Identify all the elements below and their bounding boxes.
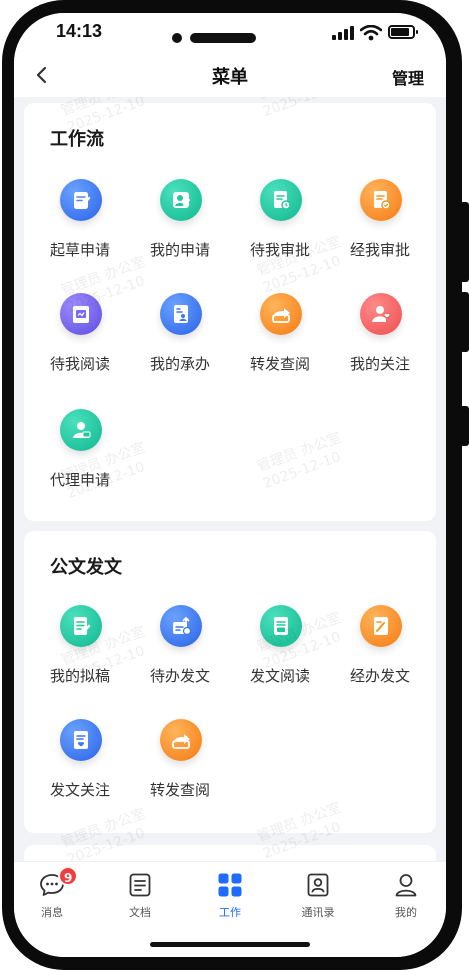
menu-item[interactable]: 我的申请 [130, 179, 230, 279]
draft-icon [60, 605, 102, 647]
wifi-icon [360, 25, 382, 41]
menu-item[interactable]: 代理申请 [30, 409, 130, 509]
tab-bar: 9 消息 文档 工作 通讯录 我的 [14, 861, 446, 957]
work-grid-icon [218, 873, 242, 897]
status-bar: 14:13 [14, 13, 446, 53]
user-heart-icon [360, 293, 402, 335]
menu-item-label: 转发查阅 [249, 355, 310, 373]
menu-item-label: 转发查阅 [149, 781, 210, 799]
nav-bar: 菜单 管理 [14, 53, 446, 97]
menu-item-label: 我的申请 [149, 241, 210, 259]
tab-label: 消息 [41, 906, 63, 919]
tab-work[interactable]: 工作 [200, 870, 260, 924]
menu-item-label: 待我审批 [249, 241, 310, 259]
status-time: 14:13 [56, 21, 103, 41]
menu-item-label: 发文阅读 [249, 667, 310, 685]
user-sign-icon [160, 179, 202, 221]
edit-doc-icon [60, 179, 102, 221]
tab-profile[interactable]: 我的 [376, 870, 436, 924]
doc-check-icon [360, 179, 402, 221]
menu-item-label: 代理申请 [49, 471, 110, 489]
menu-item-label: 起草申请 [49, 241, 110, 259]
agent-icon [60, 409, 102, 451]
menu-content: 工作流 起草申请 我的申请 待我审批 经我审批 待我阅读 我的承办 转发查阅 我… [14, 97, 446, 867]
menu-item-label: 我的关注 [349, 355, 410, 373]
menu-item[interactable]: 转发查阅 [130, 719, 230, 819]
menu-item[interactable]: 待我阅读 [30, 293, 130, 393]
menu-item[interactable]: 起草申请 [30, 179, 130, 279]
section-title: 公文发文 [50, 557, 122, 578]
menu-item[interactable]: 我的承办 [130, 293, 230, 393]
side-button [460, 202, 469, 282]
tab-contacts[interactable]: 通讯录 [288, 870, 348, 924]
menu-item[interactable]: 经我审批 [330, 179, 430, 279]
menu-item-label: 待办发文 [149, 667, 210, 685]
official-docs-card: 公文发文 我的拟稿 待办发文 发文阅读 经办发文 发文关注 转发查阅 [24, 531, 436, 833]
screen: 14:13 菜单 管理 工作流 起草申请 我的申请 待我审批 经我审批 待我阅读… [14, 13, 446, 957]
menu-item-label: 经办发文 [349, 667, 410, 685]
home-indicator[interactable] [150, 942, 310, 947]
profile-icon [395, 874, 417, 897]
tab-label: 工作 [219, 906, 241, 919]
handled-send-icon [360, 605, 402, 647]
signal-icon [332, 26, 354, 40]
menu-item[interactable]: 经办发文 [330, 605, 430, 705]
contacts-icon [307, 873, 329, 897]
tab-label: 文档 [129, 906, 151, 919]
doc-clock-icon [260, 179, 302, 221]
menu-item-label: 待我阅读 [49, 355, 110, 373]
menu-item[interactable]: 待办发文 [130, 605, 230, 705]
menu-item[interactable]: 转发查阅 [230, 293, 330, 393]
forward-icon [160, 719, 202, 761]
follow-doc-icon [60, 719, 102, 761]
id-card-icon [160, 293, 202, 335]
tab-messages[interactable]: 9 消息 [22, 866, 82, 924]
menu-item[interactable]: 待我审批 [230, 179, 330, 279]
side-button [460, 406, 469, 446]
section-title: 工作流 [50, 129, 104, 150]
pending-send-icon [160, 605, 202, 647]
read-doc-icon [60, 293, 102, 335]
menu-item-label: 经我审批 [349, 241, 410, 259]
tab-documents[interactable]: 文档 [110, 870, 170, 924]
document-icon [129, 873, 151, 897]
menu-item-label: 发文关注 [49, 781, 110, 799]
forward-icon [260, 293, 302, 335]
read-send-icon [260, 605, 302, 647]
menu-item[interactable]: 我的关注 [330, 293, 430, 393]
menu-item[interactable]: 发文关注 [30, 719, 130, 819]
battery-icon [388, 25, 418, 39]
manage-button[interactable]: 管理 [392, 65, 424, 89]
menu-item[interactable]: 发文阅读 [230, 605, 330, 705]
menu-item[interactable]: 我的拟稿 [30, 605, 130, 705]
tab-label: 我的 [395, 906, 417, 919]
menu-item-label: 我的拟稿 [49, 667, 110, 685]
menu-item-label: 我的承办 [149, 355, 210, 373]
tab-label: 通讯录 [301, 906, 335, 919]
camera-dot [172, 33, 182, 43]
workflow-card: 工作流 起草申请 我的申请 待我审批 经我审批 待我阅读 我的承办 转发查阅 我… [24, 103, 436, 521]
camera-notch [190, 33, 256, 43]
unread-badge: 9 [58, 866, 79, 886]
side-button [460, 292, 469, 352]
page-title: 菜单 [212, 67, 248, 88]
